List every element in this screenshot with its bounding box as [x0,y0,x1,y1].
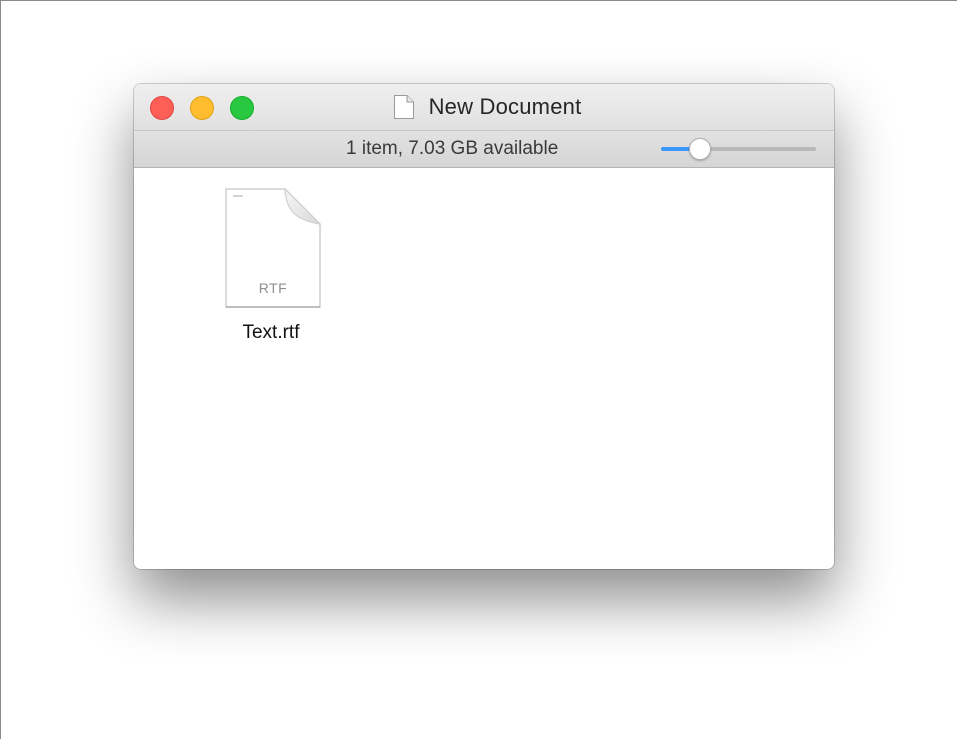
document-icon [393,95,414,119]
desktop-canvas: New Document 1 item, 7.03 GB available R… [0,0,957,739]
status-text: 1 item, 7.03 GB available [346,138,559,159]
window-title: New Document [428,94,582,119]
file-item[interactable]: RTF Text.rtf [206,186,336,356]
window-title-group: New Document [134,84,834,130]
file-name[interactable]: Text.rtf [206,322,336,344]
file-browser-area[interactable]: RTF Text.rtf [134,168,834,569]
icon-size-slider[interactable] [661,138,816,160]
slider-knob[interactable] [688,138,711,160]
finder-window: New Document 1 item, 7.03 GB available R… [134,84,834,569]
file-kind-label: RTF [258,280,288,296]
title-bar[interactable]: New Document [134,84,834,130]
status-bar: 1 item, 7.03 GB available [134,130,834,168]
